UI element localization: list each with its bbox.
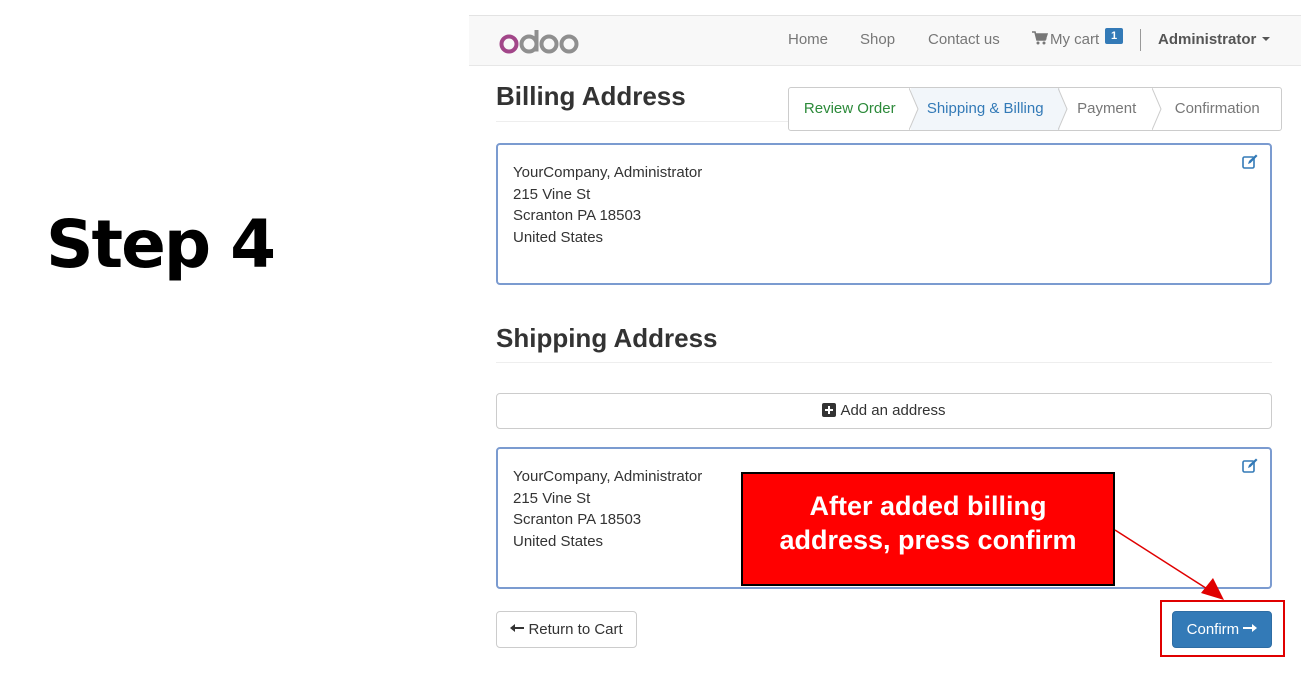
add-address-button[interactable]: Add an address [496,393,1272,429]
address-line: 215 Vine St [513,185,591,203]
shopping-cart-icon [1032,31,1048,45]
edit-icon[interactable] [1242,154,1258,170]
wizard-step-label: Shipping & Billing [926,100,1044,117]
wizard-step-label: Payment [1077,100,1137,117]
user-menu[interactable]: Administrator [1158,31,1271,48]
odoo-logo[interactable] [499,22,579,58]
nav-divider [1140,29,1141,51]
step-label: Step 4 [46,206,276,283]
wizard-step-confirmation[interactable]: Confirmation [1154,88,1281,130]
address-line: United States [513,228,604,246]
annotation-line: After added billing [809,491,1047,521]
return-to-cart-button[interactable]: Return to Cart [496,611,637,648]
address-line: Scranton PA 18503 [513,207,642,224]
caret-down-icon [1262,37,1271,41]
add-address-label: Add an address [840,402,946,419]
step-separator-icon [908,88,919,130]
nav-contact-us[interactable]: Contact us [928,31,1000,48]
heading-divider [496,362,1272,363]
confirm-highlight-box [1160,600,1285,657]
nav-shop[interactable]: Shop [860,31,895,48]
wizard-step-label: Confirmation [1174,100,1260,117]
annotation-line: address, press confirm [779,525,1077,555]
plus-square-icon [822,403,837,417]
arrow-left-icon [510,624,525,632]
address-line: YourCompany, Administrator [513,164,703,181]
billing-heading: Billing Address [496,81,686,111]
nav-home[interactable]: Home [788,31,828,48]
edit-icon[interactable] [1242,458,1258,474]
annotation-callout: After added billing address, press confi… [741,472,1115,586]
billing-address-card[interactable]: YourCompany, Administrator 215 Vine St S… [496,143,1272,285]
user-name: Administrator [1158,31,1257,48]
navbar: Home Shop Contact us My cart 1 Administr… [469,15,1301,66]
step-separator-icon [1151,88,1162,130]
wizard-step-shipping-billing[interactable]: Shipping & Billing [910,88,1068,130]
shipping-heading: Shipping Address [496,323,718,353]
checkout-wizard: Review Order Shipping & Billing Payment … [788,87,1282,131]
wizard-step-payment[interactable]: Payment [1060,88,1162,130]
cart-label: My cart [1050,31,1100,48]
step-separator-icon [1057,88,1068,130]
return-to-cart-label: Return to Cart [528,621,623,638]
wizard-step-label: Review Order [803,100,896,117]
nav-my-cart[interactable]: My cart [1032,31,1099,48]
wizard-step-review-order[interactable]: Review Order [789,88,919,130]
cart-count-badge: 1 [1105,28,1123,44]
